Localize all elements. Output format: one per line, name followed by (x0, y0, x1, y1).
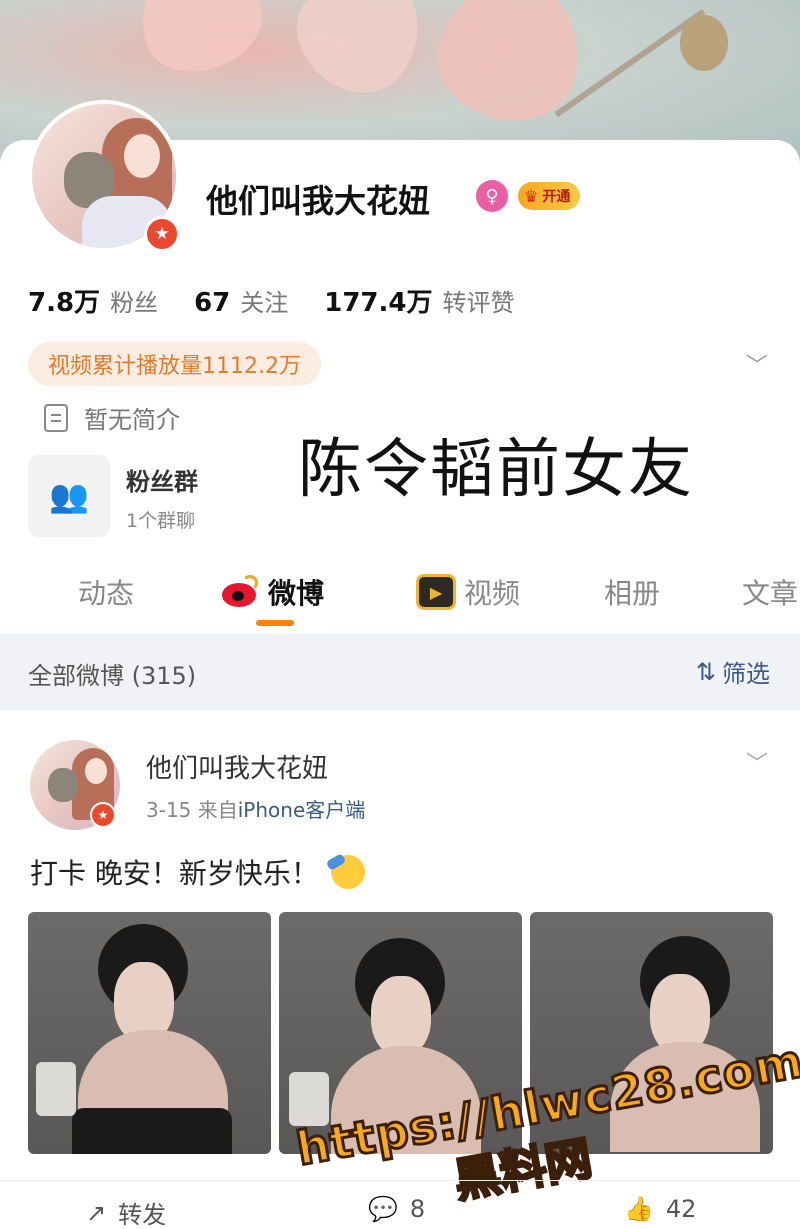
post-author-name[interactable]: 他们叫我大花妞 (146, 748, 328, 785)
female-icon: ♀ (476, 180, 508, 212)
vip-open-button[interactable]: ♛ 开通 (518, 182, 581, 210)
crown-icon: ♛ (524, 186, 539, 206)
tab-label: 相册 (604, 577, 661, 610)
post-source-prefix: 来自 (197, 798, 238, 822)
group-icon: 👥 (49, 477, 89, 515)
post-photo[interactable] (28, 912, 271, 1154)
intro-text: 暂无简介 (84, 406, 180, 434)
video-views-pill[interactable]: 视频累计播放量1112.2万 (28, 342, 321, 386)
vip-label: 开通 (542, 189, 571, 205)
post-date: 3-15 (146, 798, 192, 822)
tab-weibo[interactable]: 微博 (220, 572, 324, 612)
fan-group-subtitle: 1个群聊 (126, 510, 196, 532)
tab-label: 文章 (742, 577, 799, 610)
stat-following[interactable]: 67 关注 (194, 283, 288, 318)
tab-label: 微博 (268, 577, 325, 610)
stat-number: 7.8万 (28, 288, 101, 318)
like-count: 42 (665, 1195, 697, 1223)
tab-video[interactable]: ▶ 视频 (416, 572, 520, 612)
tab-dynamics[interactable]: 动态 (78, 572, 134, 612)
tab-label: 视频 (464, 577, 521, 610)
repost-label: 转发 (118, 1201, 167, 1229)
comment-count: 8 (409, 1195, 426, 1223)
chevron-down-icon[interactable]: ﹀ (746, 348, 774, 379)
weibo-logo-icon (220, 575, 260, 609)
repost-icon: ↗ (86, 1198, 107, 1227)
verified-badge-icon: ★ (144, 216, 180, 252)
video-play-icon: ▶ (416, 574, 456, 610)
filter-bar: 全部微博 (315) ⇅ 筛选 (0, 634, 800, 710)
stat-number: 67 (194, 288, 231, 318)
post-body: 打卡 晚安！新岁快乐！ (30, 857, 319, 890)
flower-petal (275, 0, 445, 115)
filter-label: 筛选 (722, 660, 770, 688)
thumbs-up-icon: 👍 (624, 1195, 654, 1223)
verified-badge-icon: ★ (90, 802, 116, 828)
post-source[interactable]: iPhone客户端 (238, 798, 366, 822)
document-icon (44, 403, 68, 432)
profile-stats: 7.8万 粉丝 67 关注 177.4万 转评赞 (28, 282, 551, 319)
profile-name: 他们叫我大花妞 (206, 182, 431, 220)
filter-button[interactable]: ⇅ 筛选 (696, 654, 770, 689)
stat-label: 关注 (240, 289, 289, 317)
filter-icon: ⇅ (695, 657, 716, 686)
stat-number: 177.4万 (324, 288, 433, 318)
overlay-caption: 陈令韬前女友 (298, 433, 694, 507)
fan-group-button[interactable]: 👥 (28, 455, 110, 537)
profile-tabs: 动态 微博 ▶ 视频 相册 文章 (0, 562, 800, 632)
post-count-label: 全部微博 (315) (28, 662, 197, 690)
tab-label: 动态 (78, 577, 135, 610)
tab-articles[interactable]: 文章 (742, 572, 798, 612)
stat-label: 转评赞 (442, 289, 515, 317)
like-button[interactable]: 👍 42 (624, 1195, 696, 1223)
fan-group-title[interactable]: 粉丝群 (126, 462, 198, 497)
flower-petal (424, 0, 596, 136)
repost-button[interactable]: ↗ 转发 (86, 1195, 166, 1229)
stat-interactions[interactable]: 177.4万 转评赞 (324, 282, 514, 319)
salute-emoji-icon (330, 855, 365, 889)
comment-button[interactable]: 💬 8 (368, 1195, 425, 1223)
flower-bud (680, 15, 728, 71)
stat-followers[interactable]: 7.8万 粉丝 (28, 282, 158, 319)
flower-petal (124, 0, 276, 88)
profile-intro: 暂无简介 (44, 400, 180, 435)
tab-album[interactable]: 相册 (604, 572, 660, 612)
post-meta: 3-15 来自iPhone客户端 (146, 794, 365, 823)
comment-icon: 💬 (368, 1195, 398, 1223)
post-menu-chevron-icon[interactable]: ﹀ (746, 746, 768, 778)
post-actions: ↗ 转发 💬 8 👍 42 (0, 1180, 800, 1229)
active-tab-indicator (256, 620, 294, 626)
stat-label: 粉丝 (110, 289, 159, 317)
post-text: 打卡 晚安！新岁快乐！ (30, 852, 365, 892)
